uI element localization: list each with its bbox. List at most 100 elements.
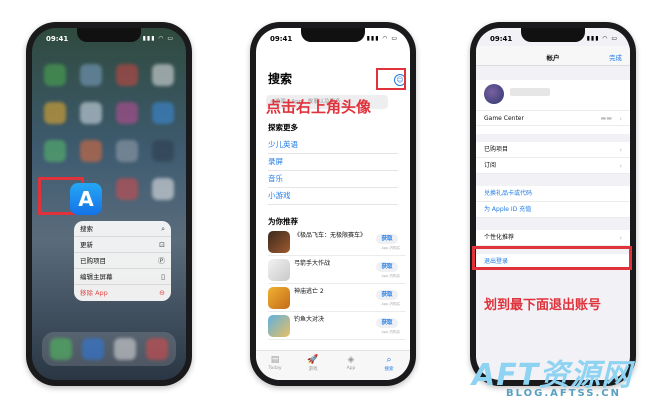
personalized-recommendations-row[interactable]: 个性化推荐 › — [476, 230, 630, 246]
blurred-app-icon — [116, 140, 138, 162]
app-name: 弓箭手大作战 — [294, 260, 331, 267]
notch — [77, 28, 141, 42]
explore-link[interactable]: 小游戏 — [268, 190, 398, 205]
app-name: 神庙逃亡 2 — [294, 288, 324, 295]
signal-icon: ▮▮▮ ◠ ▭ — [366, 35, 398, 42]
purchases-section: 已购项目 › 订阅 › — [476, 142, 630, 174]
redacted-value: ▬▬ — [600, 115, 612, 122]
wallet-section: 兑换礼品卡或代码 为 Apple ID 充值 — [476, 186, 630, 218]
row-label: 已购项目 — [484, 146, 509, 153]
blurred-app-icon — [152, 102, 174, 124]
tab-games[interactable]: 🚀 游戏 — [298, 354, 328, 372]
search-icon: ⌕ — [161, 225, 165, 233]
menu-item-remove-app[interactable]: 移除 App ⊖ — [74, 285, 171, 301]
get-button[interactable]: 获取 — [376, 290, 398, 300]
explore-link[interactable]: 少儿英语 — [268, 139, 398, 154]
avatar — [484, 84, 504, 104]
blurred-app-icon — [116, 64, 138, 86]
status-time: 09:41 — [46, 35, 69, 43]
in-app-purchase-note: App 内购买 — [381, 274, 400, 278]
game-center-row[interactable]: Game Center ▬▬ › — [476, 110, 630, 126]
row-label: 个性化推荐 — [484, 234, 515, 241]
today-icon: ▤ — [270, 355, 280, 365]
app-thumbnail — [268, 315, 290, 337]
annotation-tap-avatar: 点击右上角头像 — [266, 98, 372, 116]
subscriptions-row[interactable]: 订阅 › — [476, 158, 630, 174]
tab-bar: ▤ Today 🚀 游戏 ◈ App ⌕ 搜索 — [256, 350, 410, 380]
rocket-icon: 🚀 — [307, 355, 319, 365]
blurred-app-icon — [44, 102, 66, 124]
get-button[interactable]: 获取 — [376, 262, 398, 272]
row-label: 订阅 — [484, 162, 497, 169]
nav-title: 帐户 — [546, 54, 560, 62]
menu-item-search[interactable]: 搜索 ⌕ — [74, 221, 171, 237]
blurred-app-icon — [152, 64, 174, 86]
search-icon: ⌕ — [386, 355, 392, 365]
app-row[interactable]: 神庙逃亡 2 获取 App 内购买 — [268, 286, 406, 312]
context-menu: 搜索 ⌕ 更新 ⊡ 已购项目 Ⓟ 编辑主屏幕 ▯ 移除 App ⊖ — [74, 221, 171, 301]
in-app-purchase-note: App 内购买 — [381, 246, 400, 250]
get-button[interactable]: 获取 — [376, 234, 398, 244]
app-row[interactable]: 弓箭手大作战 获取 App 内购买 — [268, 258, 406, 284]
recommend-heading: 为你推荐 — [268, 217, 298, 226]
app-row[interactable]: 《极品飞车：无极限赛车》 获取 App 内购买 — [268, 230, 406, 256]
in-app-purchase-note: App 内购买 — [381, 330, 400, 334]
menu-item-label: 编辑主屏幕 — [80, 273, 113, 281]
menu-item-edit-home[interactable]: 编辑主屏幕 ▯ — [74, 269, 171, 285]
tab-search[interactable]: ⌕ 搜索 — [374, 354, 404, 372]
app-store-glyph: A — [78, 187, 94, 211]
blurred-app-icon — [146, 338, 168, 360]
nav-bar: 帐户 完成 — [476, 46, 630, 66]
phone-icon: ▯ — [161, 273, 165, 281]
menu-item-label: 已购项目 — [80, 257, 106, 265]
tab-label: 游戏 — [308, 367, 318, 372]
app-thumbnail — [268, 231, 290, 253]
blurred-app-icon — [80, 102, 102, 124]
blurred-app-icon — [116, 102, 138, 124]
done-button[interactable]: 完成 — [609, 52, 622, 62]
account-name-redacted — [510, 88, 550, 96]
explore-link[interactable]: 音乐 — [268, 173, 398, 188]
app-thumbnail — [268, 287, 290, 309]
phone-account-page: 09:41 ▮▮▮ ◠ ▭ 帐户 完成 Game Center ▬▬ › 已购项目 ›… — [470, 22, 636, 386]
get-button[interactable]: 获取 — [376, 318, 398, 328]
status-time: 09:41 — [490, 35, 513, 43]
chevron-right-icon: › — [619, 162, 622, 170]
purchased-row[interactable]: 已购项目 › — [476, 142, 630, 158]
blurred-app-icon — [114, 338, 136, 360]
account-screen: 09:41 ▮▮▮ ◠ ▭ 帐户 完成 Game Center ▬▬ › 已购项目 ›… — [476, 28, 630, 380]
tab-apps[interactable]: ◈ App — [336, 354, 366, 371]
blurred-app-icon — [116, 178, 138, 200]
menu-item-purchased[interactable]: 已购项目 Ⓟ — [74, 253, 171, 269]
signal-icon: ▮▮▮ ◠ ▭ — [142, 35, 174, 42]
tab-label: 搜索 — [384, 367, 394, 372]
blurred-app-icon — [80, 140, 102, 162]
layers-icon: ◈ — [347, 355, 355, 365]
menu-item-label: 搜索 — [80, 225, 93, 233]
highlight-frame — [376, 68, 406, 90]
settings-section: 个性化推荐 › — [476, 230, 630, 246]
add-funds-row[interactable]: 为 Apple ID 充值 — [476, 202, 630, 218]
blurred-app-icon — [152, 140, 174, 162]
explore-link[interactable]: 录屏 — [268, 156, 398, 171]
explore-heading: 探索更多 — [268, 123, 298, 132]
minus-circle-icon: ⊖ — [159, 289, 165, 297]
in-app-purchase-note: App 内购买 — [381, 302, 400, 306]
blurred-app-icon — [80, 64, 102, 86]
profile-card[interactable]: Game Center ▬▬ › — [476, 80, 630, 134]
menu-item-label: 移除 App — [80, 289, 108, 297]
app-row[interactable]: 钓鱼大对决 获取 App 内购买 — [268, 314, 406, 340]
menu-item-updates[interactable]: 更新 ⊡ — [74, 237, 171, 253]
row-label: Game Center — [484, 115, 524, 122]
dock — [42, 332, 176, 366]
page-title: 搜索 — [268, 72, 293, 86]
app-store-icon[interactable]: A — [70, 183, 102, 215]
menu-item-label: 更新 — [80, 241, 93, 249]
tab-today[interactable]: ▤ Today — [260, 354, 290, 371]
status-time: 09:41 — [270, 35, 293, 43]
notch — [521, 28, 585, 42]
chevron-right-icon: › — [619, 234, 622, 242]
blurred-app-icon — [50, 338, 72, 360]
chevron-right-icon: › — [619, 146, 622, 154]
redeem-gift-card-row[interactable]: 兑换礼品卡或代码 — [476, 186, 630, 202]
